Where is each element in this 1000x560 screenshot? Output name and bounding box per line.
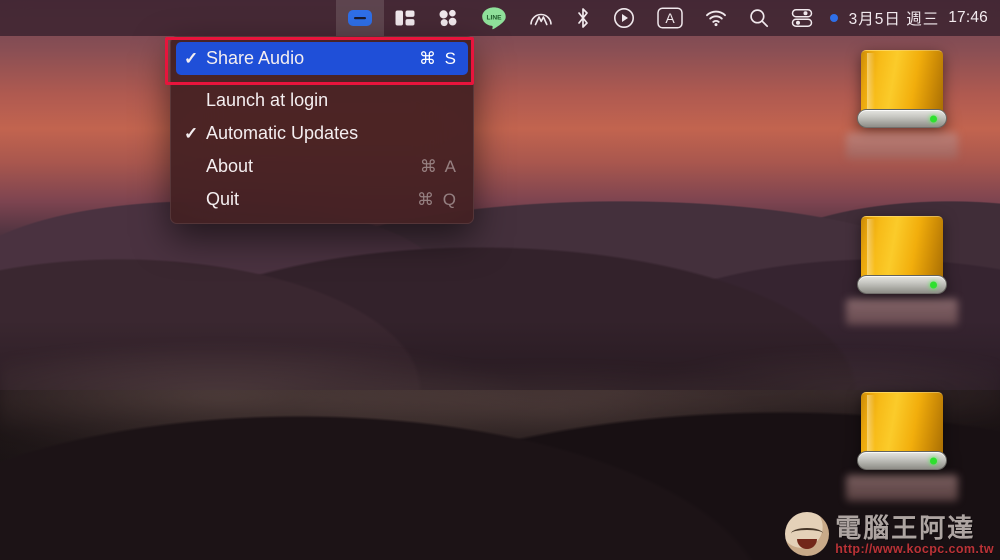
drive-led-indicator (930, 281, 937, 288)
menu-item-label: Automatic Updates (206, 123, 359, 143)
menu-item-label: Launch at login (206, 90, 329, 110)
menu-extra-bluetooth-icon[interactable] (564, 0, 602, 36)
menu-extra-play-circle-icon[interactable] (602, 0, 646, 36)
bluetooth-icon (577, 8, 588, 28)
menu-bar-status-items: LINE A 3月5日 週三 17:46 (335, 0, 1000, 36)
watermark-title: 電腦王阿達 (835, 512, 976, 543)
menu-item-shortcut: ⌘ Q (417, 189, 458, 209)
line-icon: LINE (481, 7, 506, 30)
nordvpn-icon (529, 13, 552, 26)
site-watermark: 電腦王阿達 http://www.kocpc.com.tw (785, 512, 994, 556)
menu-extra-line-icon[interactable]: LINE (470, 0, 518, 36)
line-label: LINE (486, 15, 502, 22)
menu-extra-spotlight-search-icon[interactable] (738, 0, 780, 36)
external-drive-icon (857, 216, 947, 294)
menu-bar-clock[interactable]: 3月5日 週三 17:46 (824, 7, 1000, 29)
input-source-letter: A (665, 10, 675, 26)
clock-time: 17:46 (948, 9, 988, 26)
external-drive-icon (857, 392, 947, 470)
drive-body (861, 50, 943, 112)
drive-body (861, 216, 943, 278)
watermark-url: http://www.kocpc.com.tw (835, 542, 994, 556)
desktop-icon-external-drive-2[interactable] (842, 216, 962, 325)
drive-front-panel (857, 451, 947, 470)
checkmark-icon: ✓ (184, 124, 199, 143)
drive-label-redacted (846, 133, 958, 159)
menu-extra-cleanmymac-flower-icon[interactable] (426, 0, 470, 36)
menu-item-shortcut: ⌘ S (418, 48, 458, 68)
drive-label-redacted (846, 475, 958, 501)
watermark-text-group: 電腦王阿達 http://www.kocpc.com.tw (835, 512, 994, 556)
input-source-icon: A (656, 7, 683, 29)
clock-date: 3月5日 週三 (848, 11, 940, 28)
share-audio-dropdown-menu: ✓ Share Audio ⌘ S Launch at login ✓ Auto… (170, 36, 474, 224)
menu-item-shortcut: ⌘ A (419, 156, 458, 176)
status-dot (829, 14, 838, 22)
menu-extra-split-view-icon[interactable] (384, 0, 426, 36)
cleanmymac-flower-icon (439, 9, 457, 27)
wifi-icon (705, 10, 726, 27)
drive-led-indicator (930, 457, 937, 464)
menu-item-quit[interactable]: Quit ⌘ Q (176, 183, 468, 216)
menu-extra-input-source-icon[interactable]: A (646, 0, 694, 36)
macos-menu-bar: LINE A 3月5日 週三 17:46 (0, 0, 1000, 36)
drive-front-panel (857, 109, 947, 128)
menu-item-automatic-updates[interactable]: ✓ Automatic Updates (176, 117, 468, 150)
drive-label-redacted (846, 299, 958, 325)
menu-item-about[interactable]: About ⌘ A (176, 150, 468, 183)
control-center-icon (791, 9, 812, 27)
airpods-case-icon (347, 10, 372, 26)
drive-body (861, 392, 943, 454)
menu-extra-wifi-icon[interactable] (694, 0, 738, 36)
watermark-mascot-icon (785, 512, 830, 556)
menu-item-launch-at-login[interactable]: Launch at login (176, 84, 468, 117)
play-circle-icon (613, 8, 634, 28)
desktop-icon-external-drive-3[interactable] (842, 392, 962, 501)
menu-extra-airpods-case-icon[interactable] (335, 0, 384, 36)
menu-item-label: About (206, 156, 254, 176)
menu-extra-nordvpn-icon[interactable] (518, 0, 564, 36)
split-view-icon (395, 10, 415, 26)
search-icon (749, 9, 768, 28)
menu-item-label: Share Audio (206, 48, 305, 68)
desktop-icon-external-drive-1[interactable] (842, 50, 962, 159)
menu-item-share-audio[interactable]: ✓ Share Audio ⌘ S (176, 42, 468, 75)
menu-extra-control-center-icon[interactable] (780, 0, 824, 36)
drive-led-indicator (930, 115, 937, 122)
menu-item-label: Quit (206, 189, 240, 209)
drive-front-panel (857, 275, 947, 294)
external-drive-icon (857, 50, 947, 128)
checkmark-icon: ✓ (184, 49, 199, 68)
